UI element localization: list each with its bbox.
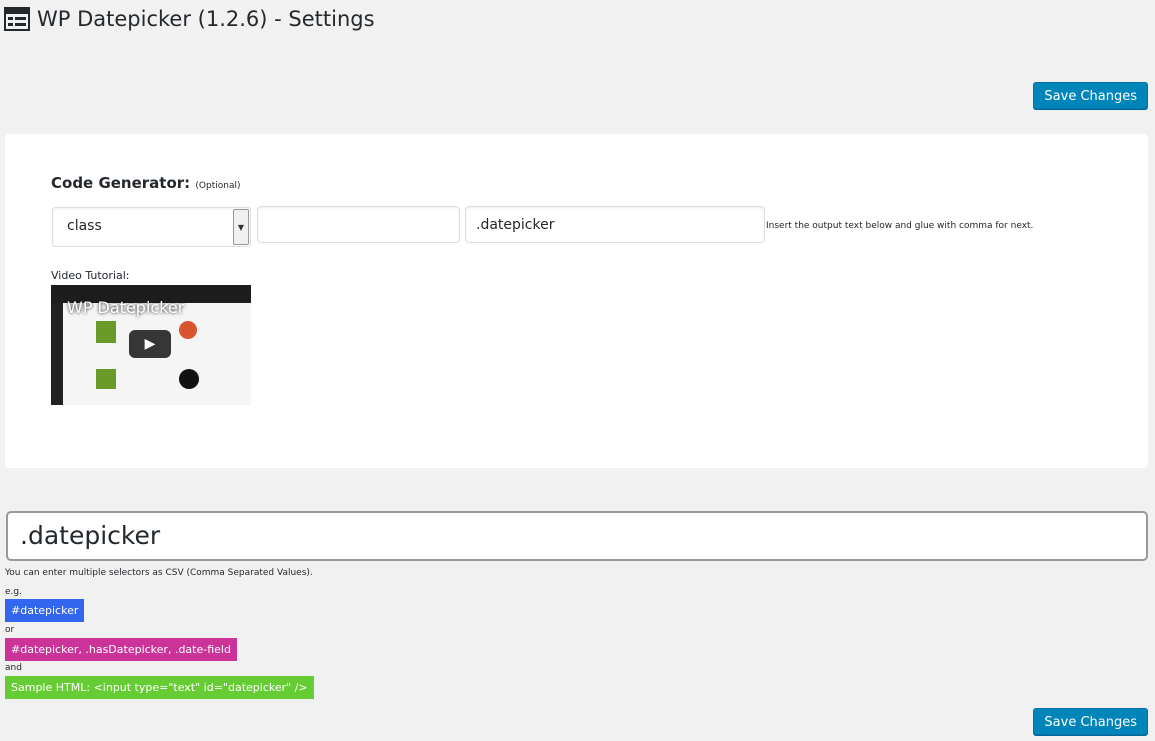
selector-type-select[interactable]: class ▼ — [52, 207, 251, 247]
table-settings-icon — [4, 7, 30, 31]
optional-label: (Optional) — [195, 181, 241, 191]
save-changes-button-bottom[interactable]: Save Changes — [1033, 708, 1148, 735]
chevron-down-icon[interactable]: ▼ — [233, 209, 249, 245]
save-changes-button-top[interactable]: Save Changes — [1033, 82, 1148, 109]
code-generator-label: Code Generator: — [51, 174, 191, 192]
page-title: WP Datepicker (1.2.6) - Settings — [37, 7, 375, 31]
example-id-chip: #datepicker — [5, 599, 85, 622]
video-sidebar-decor — [51, 303, 63, 405]
video-tutorial-label: Video Tutorial: — [51, 269, 130, 282]
code-generator-card: Code Generator: (Optional) class ▼ .date… — [5, 134, 1148, 468]
sample-html-chip: Sample HTML: <input type="text" id="date… — [5, 676, 314, 699]
selectors-input[interactable]: .datepicker — [6, 511, 1148, 561]
video-title: WP Datepicker — [67, 298, 185, 317]
play-icon[interactable]: ▶ — [129, 330, 171, 358]
csv-note: You can enter multiple selectors as CSV … — [5, 568, 313, 578]
plugin-tile — [96, 321, 116, 343]
plugin-tile — [179, 321, 197, 339]
plugin-tile — [96, 369, 116, 389]
page-header: WP Datepicker (1.2.6) - Settings — [4, 4, 375, 34]
and-label: and — [5, 663, 22, 673]
generated-output-field[interactable]: .datepicker — [465, 206, 765, 243]
selector-name-input[interactable] — [257, 206, 460, 243]
code-generator-title: Code Generator: (Optional) — [51, 174, 241, 192]
or-label: or — [5, 625, 15, 635]
plugin-tile — [179, 369, 199, 389]
example-multi-chip: #datepicker, .hasDatepicker, .date-field — [5, 638, 237, 661]
video-tutorial-thumbnail[interactable]: WP Datepicker ▶ — [51, 285, 251, 405]
generator-hint: Insert the output text below and glue wi… — [766, 221, 1034, 231]
eg-label: e.g. — [5, 587, 22, 597]
selector-type-value: class — [67, 218, 102, 234]
